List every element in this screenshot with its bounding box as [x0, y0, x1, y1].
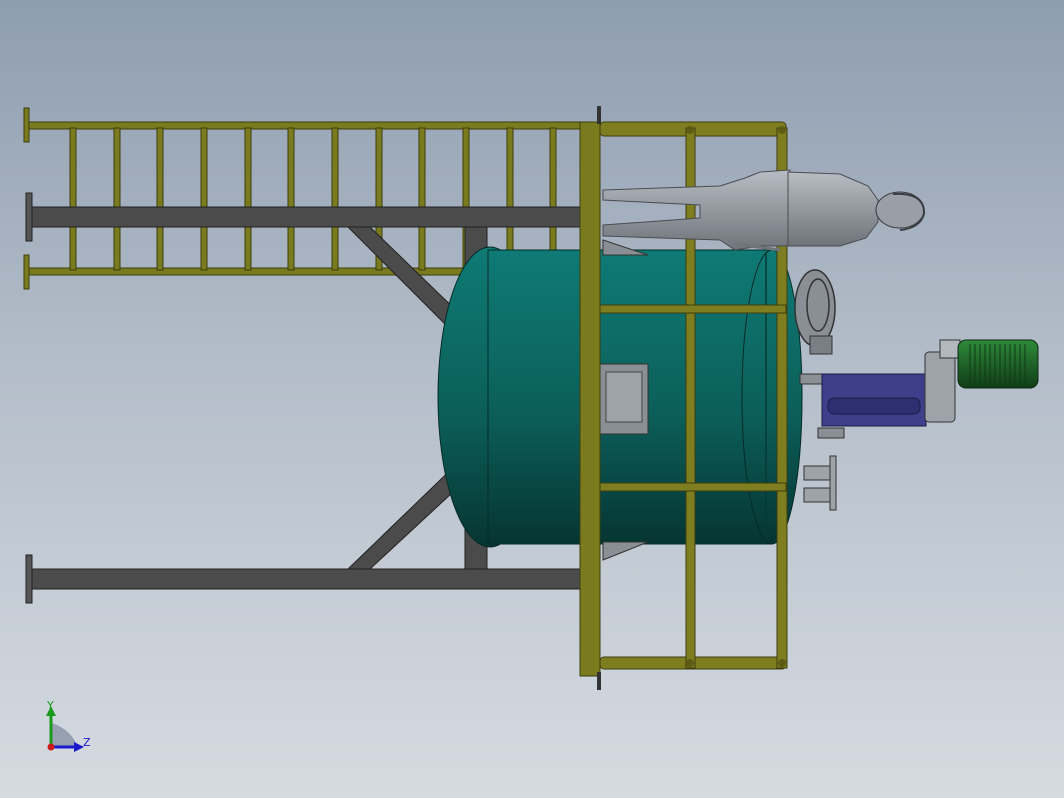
- ladder-rung: [506, 127, 514, 271]
- ladder-rung: [69, 127, 77, 271]
- ladder-end-cap-bottom: [23, 254, 30, 290]
- tank-nameplate-inner: [605, 371, 643, 423]
- gearbox: [924, 351, 956, 423]
- railing-bar-1: [599, 304, 787, 314]
- tank-head-right: [741, 249, 803, 545]
- railing-bar-2: [599, 482, 787, 492]
- tank-lug-bottom: [602, 541, 649, 561]
- ladder-rung: [200, 127, 208, 271]
- triad-origin: [47, 743, 55, 751]
- nozzle-1: [803, 465, 833, 481]
- frame-foot-upper: [25, 192, 33, 242]
- frame-foot-lower: [25, 554, 33, 604]
- tank-lug-top: [602, 239, 649, 256]
- ladder-rung: [244, 127, 252, 271]
- agitator-motor[interactable]: [799, 339, 1039, 439]
- railing-post-mid: [685, 127, 696, 669]
- railing-bolts-bottom: [597, 672, 601, 690]
- gearbox-cap: [939, 339, 961, 359]
- nozzle-flange: [829, 455, 837, 511]
- figure-torso: [787, 171, 879, 247]
- ladder-rung: [418, 127, 426, 271]
- railing-bolts-top: [597, 106, 601, 124]
- frame-beam-lower: [29, 568, 586, 590]
- railing-post-left: [579, 121, 601, 677]
- frame-beam-upper: [29, 206, 586, 228]
- railing-joint: [686, 126, 694, 134]
- cad-viewport[interactable]: Y Z: [0, 0, 1064, 798]
- human-figure[interactable]: [602, 169, 926, 252]
- ladder-rung: [156, 127, 164, 271]
- railing-joint: [778, 659, 786, 667]
- railing-joint: [686, 659, 694, 667]
- ladder-end-cap-top: [23, 107, 30, 143]
- manhole-hinge: [809, 335, 833, 355]
- tank[interactable]: [437, 239, 803, 561]
- nozzle-2: [803, 487, 833, 503]
- axis-triad: Y Z: [46, 699, 91, 752]
- figure-legs: [602, 169, 791, 251]
- ladder-rung: [113, 127, 121, 271]
- ladder-rung: [549, 127, 557, 271]
- railing-joint: [778, 126, 786, 134]
- manhole[interactable]: [794, 269, 836, 355]
- ladder-rail-top: [27, 121, 581, 130]
- triad-z-label: Z: [83, 736, 91, 749]
- nozzles[interactable]: [803, 455, 837, 511]
- agitator-shaft-detail: [827, 397, 921, 415]
- ladder-rung: [287, 127, 295, 271]
- triad-y-label: Y: [46, 699, 54, 712]
- ladder-rung: [331, 127, 339, 271]
- agitator-flange-lower: [817, 427, 845, 439]
